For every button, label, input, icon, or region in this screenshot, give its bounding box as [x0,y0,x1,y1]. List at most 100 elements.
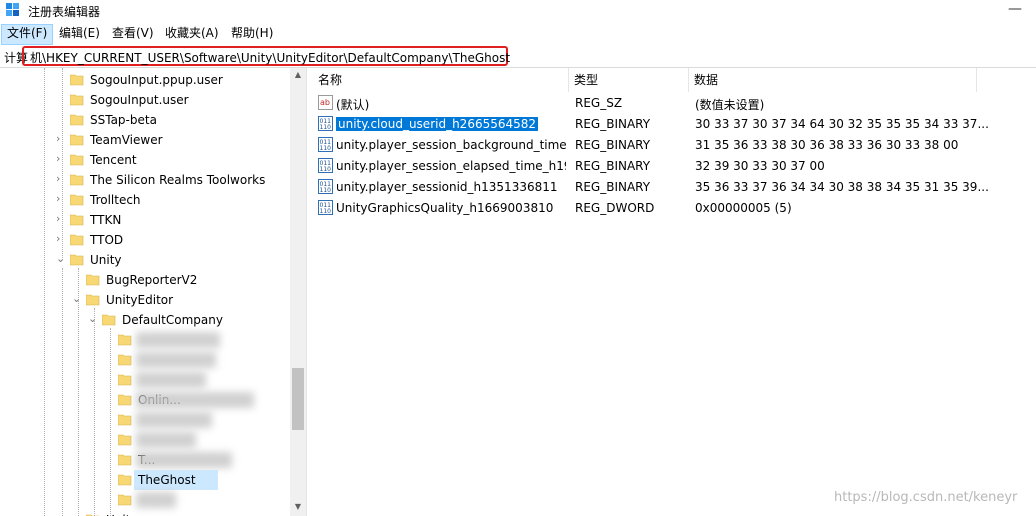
menu-favorites[interactable]: 收藏夹(A) [160,24,224,43]
value-data: 0x00000005 (5) [695,201,792,215]
folder-icon [118,334,132,346]
chevron-right-icon[interactable]: › [56,132,66,145]
tree-item[interactable]: › The Silicon Realms Toolworks [0,170,290,190]
address-highlight-box: 机\HKEY_CURRENT_USER\Software\Unity\Unity… [22,46,510,66]
value-name[interactable]: unity.player_sessionid_h1351336811 [336,180,566,194]
tree-item-label: TTOD [90,233,124,247]
tree-item[interactable]: TheGhost [0,470,290,490]
tree-item[interactable]: SSTap-beta [0,110,290,130]
value-name[interactable]: UnityGraphicsQuality_h1669003810 [336,201,566,215]
chevron-right-icon[interactable]: › [56,152,66,165]
tree-item[interactable] [0,330,290,350]
minimize-button[interactable]: — [1000,2,1030,20]
menu-help[interactable]: 帮助(H) [226,24,278,43]
column-header-type[interactable]: 类型 [568,68,689,92]
tree-item[interactable]: ⌄ UnityEditor [0,290,290,310]
address-bar[interactable]: 计算 机\HKEY_CURRENT_USER\Software\Unity\Un… [0,45,1036,68]
tree-item[interactable] [0,490,290,510]
redacted-label [136,372,206,388]
chevron-right-icon[interactable]: › [56,172,66,185]
tree-item[interactable]: T... [0,450,290,470]
redacted-label [136,412,212,428]
value-type: REG_SZ [575,96,623,110]
redacted-label [136,452,232,468]
binary-value-icon: 011110 [318,179,333,194]
tree-item-label: SogouInput.user [90,93,189,107]
tree-scroll-thumb[interactable] [292,368,304,430]
svg-text:110: 110 [320,208,332,215]
window-title: 注册表编辑器 [28,5,101,19]
key-tree: SogouInput.ppup.user SogouInput.user SSTap… [0,68,307,516]
folder-icon [118,434,132,446]
value-data: (数值未设置) [695,98,765,112]
chevron-down-icon[interactable]: ⌄ [56,252,66,265]
tree-item[interactable]: Unity... [0,510,290,516]
tree-item[interactable] [0,430,290,450]
tree-item[interactable] [0,370,290,390]
tree-item[interactable]: BugReporterV2 [0,270,290,290]
chevron-right-icon[interactable]: › [56,212,66,225]
menu-edit[interactable]: 编辑(E) [54,24,105,43]
value-name[interactable]: (默认) [336,96,566,113]
folder-icon [118,354,132,366]
address-path[interactable]: 机\HKEY_CURRENT_USER\Software\Unity\Unity… [30,49,510,66]
folder-icon [118,374,132,386]
scroll-down-arrow[interactable]: ▼ [290,502,306,516]
tree-item[interactable]: › TeamViewer [0,130,290,150]
chevron-down-icon[interactable]: ⌄ [88,312,98,325]
value-row[interactable]: 011 110 unity.player_sessionid_h1351336811… [312,177,1032,198]
binary-value-icon: 011110 [318,137,333,152]
value-name[interactable]: unity.player_session_elapsed_time_h19... [336,159,566,173]
chevron-down-icon[interactable]: ⌄ [72,292,82,305]
registry-editor-icon [6,3,19,16]
tree-item[interactable]: Onlin... [0,390,290,410]
tree-item[interactable] [0,410,290,430]
value-row[interactable]: 011 110 UnityGraphicsQuality_h1669003810 RE… [312,198,1032,219]
tree-item[interactable]: › Trolltech [0,190,290,210]
folder-icon [118,454,132,466]
tree-item-label: TheGhost [138,473,196,487]
tree-item[interactable]: ⌄ DefaultCompany [0,310,290,330]
tree-item[interactable]: › TTKN [0,210,290,230]
svg-text:110: 110 [320,166,332,173]
tree-scrollbar[interactable] [290,68,306,516]
folder-icon [70,254,84,266]
tree-item[interactable]: SogouInput.ppup.user [0,70,290,90]
folder-icon [118,474,132,486]
tree-item[interactable]: › Tencent [0,150,290,170]
value-type: REG_BINARY [575,180,651,194]
string-value-icon: ab [318,95,333,110]
tree-item-label: SSTap-beta [90,113,157,127]
redacted-label [136,492,176,508]
folder-icon [118,494,132,506]
chevron-right-icon[interactable]: › [56,192,66,205]
value-row[interactable]: 011 110 unity.player_session_elapsed_time_… [312,156,1032,177]
column-header-data[interactable]: 数据 [688,68,977,92]
value-name[interactable]: unity.cloud_userid_h2665564582 [336,117,539,131]
value-row[interactable]: 011 110 unity.player_session_background_ti… [312,135,1032,156]
folder-icon [86,514,100,516]
column-header-name[interactable]: 名称 [312,68,569,92]
svg-text:110: 110 [320,187,332,194]
tree-item[interactable]: ⌄ Unity [0,250,290,270]
binary-value-icon: 011110 [318,158,333,173]
tree-item-label: Unity [90,253,122,267]
tree-item[interactable] [0,350,290,370]
value-type: REG_DWORD [575,201,655,215]
menu-bar: 文件(F) 编辑(E) 查看(V) 收藏夹(A) 帮助(H) [0,24,1036,45]
value-name[interactable]: unity.player_session_background_time... [336,138,566,152]
scroll-up-arrow[interactable]: ▲ [290,70,306,84]
value-data: 30 33 37 30 37 34 64 30 32 35 35 35 34 3… [695,117,989,131]
redacted-label [136,332,220,348]
tree-item-label: Tencent [90,153,137,167]
value-row[interactable]: ab (默认) REG_SZ (数值未设置) [312,93,1032,114]
folder-icon [70,114,84,126]
menu-file[interactable]: 文件(F) [1,24,54,45]
tree-item[interactable]: › TTOD [0,230,290,250]
tree-item[interactable]: SogouInput.user [0,90,290,110]
tree-item-label: TeamViewer [90,133,163,147]
value-row[interactable]: 011 110 unity.cloud_userid_h2665564582 REG_… [312,114,1032,135]
chevron-right-icon[interactable]: › [56,232,66,245]
folder-icon [118,414,132,426]
menu-view[interactable]: 查看(V) [107,24,159,43]
